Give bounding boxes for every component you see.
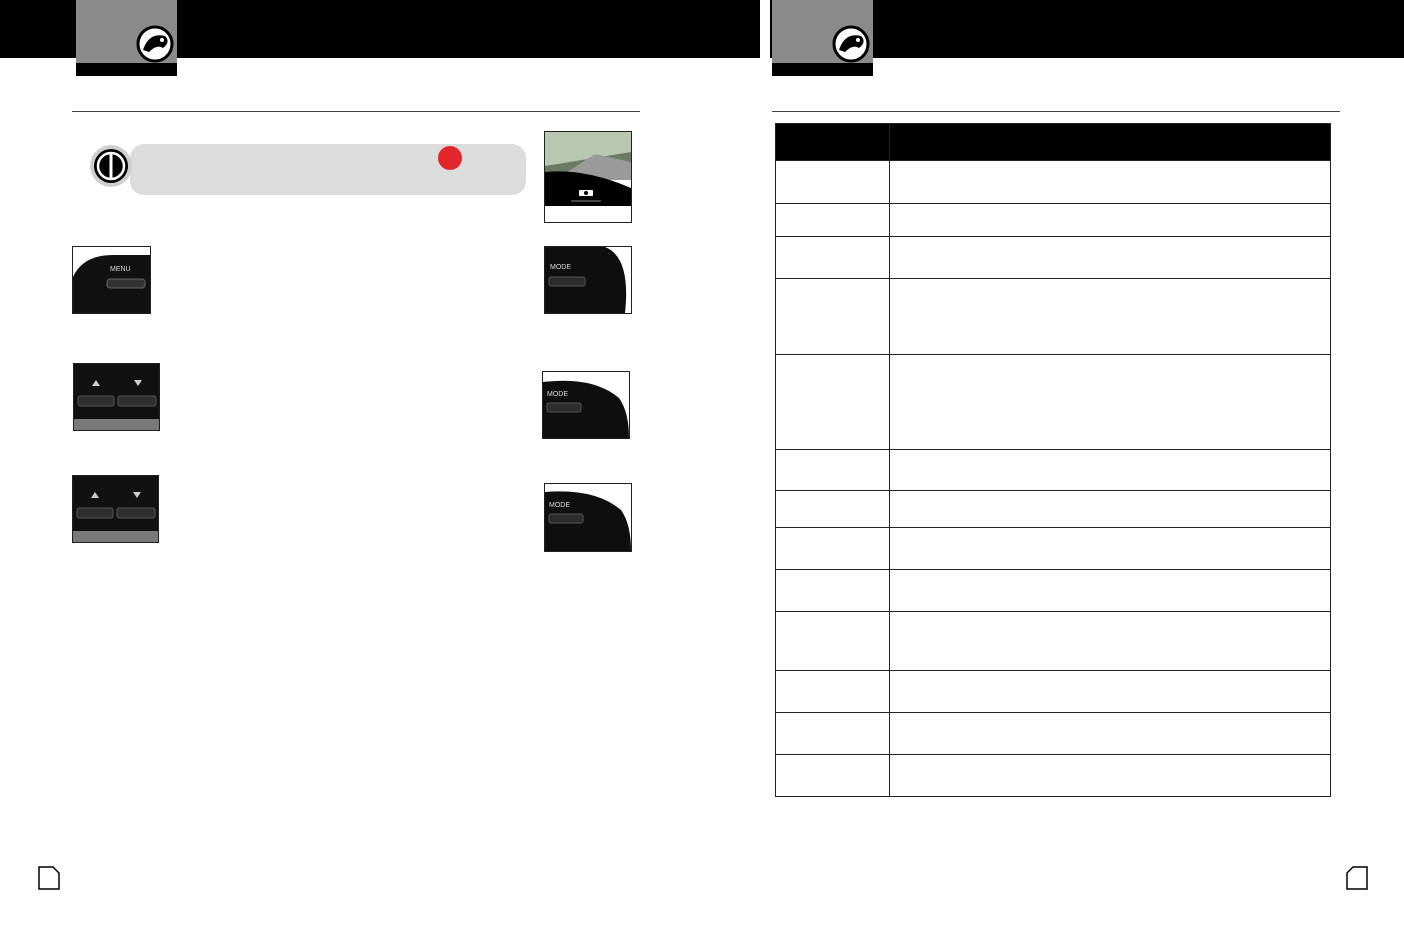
- page-number-right: [1346, 866, 1368, 890]
- table-row: [775, 754, 1331, 797]
- table-row: [775, 278, 1331, 355]
- table-row: [775, 712, 1331, 755]
- menu-button-photo: MENU: [72, 246, 151, 314]
- mode-button-photo-1: MODE: [544, 246, 632, 314]
- warning-callout: [130, 144, 526, 195]
- table-row: [775, 490, 1331, 528]
- warning-icon: [90, 145, 132, 187]
- table-row: [775, 527, 1331, 570]
- table-row: [775, 236, 1331, 279]
- mode-button-photo-3: MODE: [544, 483, 632, 552]
- right-divider: [772, 111, 1340, 112]
- table-row: [775, 354, 1331, 450]
- mode-button-photo-2: MODE: [542, 371, 630, 439]
- screenshot-button-photo: [544, 131, 632, 223]
- cobra-snake-logo-icon: [832, 25, 870, 63]
- table-header-setting: [775, 123, 890, 161]
- table-row: [775, 569, 1331, 612]
- settings-table: [775, 123, 1331, 797]
- arrow-buttons-photo-2: [72, 475, 159, 543]
- record-indicator-dot: [438, 146, 462, 170]
- cobra-snake-logo-icon: [136, 25, 174, 63]
- table-row: [775, 670, 1331, 713]
- left-divider: [72, 111, 640, 112]
- page-number-left: [38, 866, 60, 890]
- left-section-tab: [76, 0, 177, 76]
- right-section-tab: [772, 0, 873, 76]
- arrow-buttons-photo-1: [73, 363, 160, 431]
- table-header-description: [889, 123, 1331, 161]
- table-row: [775, 203, 1331, 237]
- table-row: [775, 160, 1331, 204]
- table-row: [775, 449, 1331, 491]
- svg-text:MENU: MENU: [110, 266, 131, 273]
- svg-text:MODE: MODE: [547, 391, 568, 398]
- table-row: [775, 611, 1331, 671]
- svg-text:MODE: MODE: [549, 502, 570, 509]
- svg-text:MODE: MODE: [550, 264, 571, 271]
